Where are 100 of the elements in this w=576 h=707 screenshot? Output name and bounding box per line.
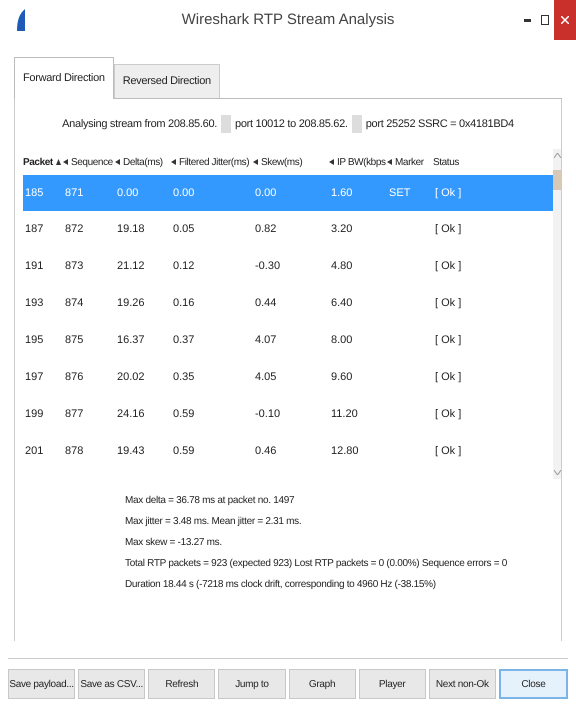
summary-line: Max jitter = 3.48 ms. Mean jitter = 2.31 ms. — [125, 515, 302, 529]
table-cell-text: 201 — [24, 444, 44, 460]
table-row[interactable]: 199 877 24.16 0.59 -0.10 11.20 [ Ok ] — [23, 396, 553, 433]
column-header[interactable]: IP BW(kbps — [337, 154, 386, 170]
table-cell-text: 3.20 — [330, 222, 354, 238]
table-cell-text: 191 — [24, 259, 44, 274]
dialog-button[interactable]: Graph — [288, 669, 356, 699]
table-cell-text: 8.00 — [330, 333, 354, 348]
table-cell-text: 0.00 — [116, 186, 140, 201]
column-arrow-icon — [253, 159, 258, 165]
table-cell-text: [ Ok ] — [434, 296, 462, 312]
dialog-button[interactable]: Jump to — [218, 669, 286, 699]
table-row[interactable]: 195 875 16.37 0.37 4.07 8.00 [ Ok ] — [23, 322, 553, 359]
scroll-down-icon — [554, 470, 560, 475]
column-arrow-icon — [63, 159, 68, 165]
dialog-button[interactable]: Refresh — [148, 669, 216, 699]
table-cell-text: 873 — [64, 259, 84, 274]
table-cell-text: 4.07 — [254, 333, 278, 348]
close-icon — [561, 16, 569, 24]
column-header[interactable]: Skew(ms) — [261, 154, 302, 170]
table-cell-text: [ Ok ] — [434, 407, 462, 422]
column-header[interactable]: Packet — [23, 154, 53, 170]
app-logo-icon — [16, 9, 26, 31]
table-cell-text: 11.20 — [330, 407, 359, 422]
scrollbar[interactable] — [553, 149, 561, 479]
column-arrow-icon — [115, 159, 120, 165]
redacted-block — [221, 115, 232, 133]
column-arrow-icon — [171, 159, 176, 165]
stream-info-text: port 25252 SSRC = 0x4181BD4 — [366, 116, 514, 132]
table-cell-text: -0.10 — [254, 407, 282, 422]
table-cell-text: 0.44 — [254, 296, 278, 312]
table-cell-text: SET — [388, 186, 412, 201]
table-cell-text: 0.46 — [254, 444, 278, 460]
table-cell-text: [ Ok ] — [434, 444, 462, 460]
table-cell-text: 185 — [24, 186, 44, 201]
dialog-button[interactable]: Close — [498, 669, 568, 699]
redacted-block — [352, 115, 362, 133]
table-row[interactable]: 197 876 20.02 0.35 4.05 9.60 [ Ok ] — [23, 359, 553, 396]
table-row[interactable]: 201 878 19.43 0.59 0.46 12.80 [ Ok ] — [23, 433, 553, 470]
window-title: Wireshark RTP Stream Analysis — [180, 10, 396, 30]
sort-arrow-icon — [56, 159, 61, 165]
close-button[interactable] — [554, 0, 576, 40]
table-cell-text: 872 — [64, 222, 84, 238]
scroll-up-icon — [554, 153, 560, 158]
table-cell-text: 0.59 — [172, 444, 196, 460]
table-cell-text: 0.37 — [172, 333, 196, 348]
table-cell-text: 19.26 — [116, 296, 146, 312]
column-arrow-icon — [387, 159, 392, 165]
column-header[interactable]: Status — [433, 154, 459, 170]
maximize-icon — [541, 15, 549, 25]
table-cell-text: 16.37 — [116, 333, 146, 348]
column-header[interactable]: Marker — [395, 154, 424, 170]
column-header[interactable]: Delta(ms) — [123, 154, 163, 170]
table-cell-text: 0.12 — [172, 259, 196, 274]
table-cell-text: [ Ok ] — [434, 186, 462, 201]
column-header[interactable]: Sequence — [71, 154, 113, 170]
table-cell-text: 9.60 — [330, 370, 354, 386]
table-cell-text: 0.59 — [172, 407, 196, 422]
summary-line: Max delta = 36.78 ms at packet no. 1497 — [125, 494, 296, 508]
table-cell-text: -0.30 — [254, 259, 282, 274]
table-row[interactable]: 187 872 19.18 0.05 0.82 3.20 [ Ok ] — [23, 211, 553, 248]
dialog-button[interactable]: Player — [358, 669, 426, 699]
dialog-button[interactable]: Next non-Ok — [428, 669, 496, 699]
table-cell-text: 195 — [24, 333, 44, 348]
table-cell-text: 193 — [24, 296, 44, 312]
table-cell-text: 0.16 — [172, 296, 196, 312]
table-cell-text: [ Ok ] — [434, 259, 462, 274]
summary-line: Total RTP packets = 923 (expected 923) Lost RTP packets = 0 (0.00%) Sequence errors = 0 — [125, 557, 508, 571]
table-cell-text: [ Ok ] — [434, 370, 462, 386]
table-row[interactable]: 191 873 21.12 0.12 -0.30 4.80 [ Ok ] — [23, 248, 553, 285]
table-cell-text: 4.80 — [330, 259, 354, 274]
column-header[interactable]: Filtered Jitter(ms) — [179, 154, 250, 170]
table-cell-text: 0.35 — [172, 370, 196, 386]
stream-info-text: port 10012 to 208.85.62. — [235, 116, 348, 132]
table-cell-text: 199 — [24, 407, 44, 422]
summary-line: Max skew = -13.27 ms. — [125, 536, 223, 550]
table-cell-text: 187 — [24, 222, 44, 238]
table-cell-text: 0.00 — [172, 186, 196, 201]
table-cell-text: 877 — [64, 407, 84, 422]
table-cell-text: 4.05 — [254, 370, 278, 386]
table-cell-text: 876 — [64, 370, 84, 386]
stream-info-text: Analysing stream from 208.85.60. — [62, 116, 218, 132]
table-cell-text: 0.82 — [254, 222, 278, 238]
table-cell-text: [ Ok ] — [434, 333, 462, 348]
table-cell-text: 0.05 — [172, 222, 196, 238]
table-cell-text: 0.00 — [254, 186, 278, 201]
dialog-button[interactable]: Save as CSV... — [78, 669, 146, 699]
table-cell-text: 871 — [64, 186, 84, 201]
column-arrow-icon — [329, 159, 334, 165]
table-cell-text: 12.80 — [330, 444, 360, 460]
tab[interactable]: Reversed Direction — [114, 64, 220, 98]
table-cell-text: 878 — [64, 444, 84, 460]
tab[interactable]: Forward Direction — [14, 57, 114, 99]
table-row[interactable]: 193 874 19.26 0.16 0.44 6.40 [ Ok ] — [23, 285, 553, 322]
table-cell-text: 19.18 — [116, 222, 146, 238]
minimize-icon — [524, 18, 530, 22]
table-cell-text: [ Ok ] — [434, 222, 462, 238]
table-cell-text: 874 — [64, 296, 84, 312]
dialog-button[interactable]: Save payload... — [8, 669, 76, 699]
scrollbar-thumb[interactable] — [553, 170, 561, 190]
